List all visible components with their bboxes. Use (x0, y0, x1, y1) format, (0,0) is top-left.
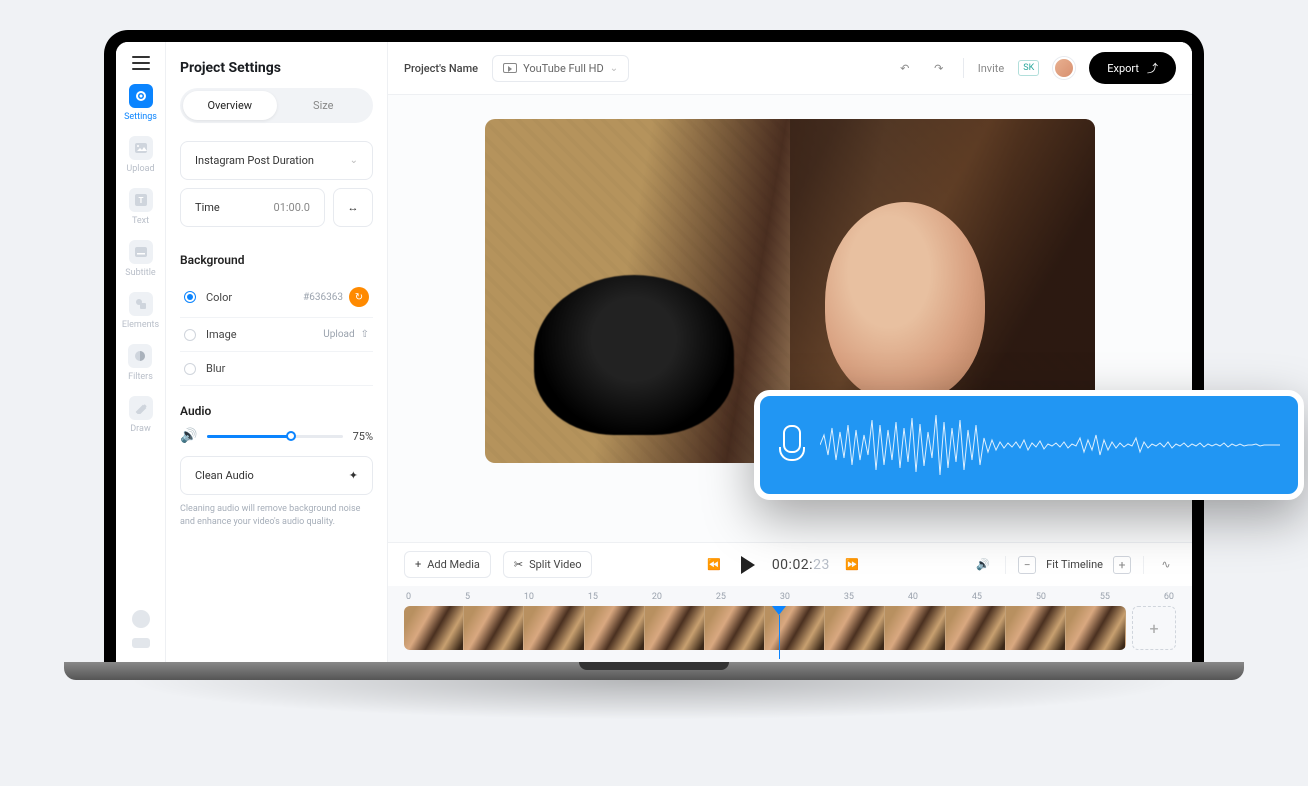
draw-icon (135, 402, 147, 414)
fit-timeline-button[interactable]: Fit Timeline (1046, 558, 1103, 571)
rail-label: Upload (126, 164, 154, 174)
rewind-button[interactable]: ⏪ (704, 555, 724, 575)
text-icon: T (135, 194, 147, 206)
timeline-options-button[interactable]: ∿ (1156, 555, 1176, 575)
export-button[interactable]: Export ⤴ (1089, 52, 1176, 84)
bg-image-radio[interactable]: Image Upload ⇧ (180, 318, 373, 352)
panel-title: Project Settings (180, 60, 373, 76)
clean-audio-label: Clean Audio (195, 469, 254, 482)
chevron-down-icon: ⌄ (610, 63, 618, 74)
bg-color-value: #636363 (303, 292, 343, 303)
rail-item-filters[interactable]: Filters (128, 344, 153, 382)
panel-tabs: Overview Size (180, 88, 373, 123)
rail-item-elements[interactable]: Elements (122, 292, 159, 330)
swap-icon: ↔ (348, 201, 359, 214)
topbar: Project's Name YouTube Full HD ⌄ ↶ ↷ Inv… (388, 42, 1192, 95)
bg-image-label: Image (206, 328, 237, 341)
plus-icon: + (415, 558, 421, 571)
rail-label: Subtitle (125, 268, 155, 278)
add-clip-button[interactable]: + (1132, 606, 1176, 650)
tab-size[interactable]: Size (277, 91, 371, 120)
rail-item-settings[interactable]: Settings (124, 84, 157, 122)
preset-label: YouTube Full HD (523, 62, 604, 75)
zoom-in-button[interactable]: + (1113, 556, 1131, 574)
misc-icon[interactable] (132, 638, 150, 648)
rail-label: Settings (124, 112, 157, 122)
clip-track[interactable] (404, 606, 1126, 650)
clean-audio-hint: Cleaning audio will remove background no… (180, 503, 373, 528)
volume-value: 75% (353, 430, 373, 443)
rail-item-subtitle[interactable]: Subtitle (125, 240, 155, 278)
help-icon[interactable] (132, 610, 150, 628)
bg-image-action: Upload (323, 329, 354, 340)
project-name[interactable]: Project's Name (404, 62, 478, 75)
rail-footer (132, 610, 150, 662)
invite-button[interactable]: Invite (978, 62, 1005, 75)
timeline-ruler: 0 5 10 15 20 25 30 35 40 45 50 55 60 (404, 592, 1176, 606)
bg-blur-label: Blur (206, 362, 225, 375)
filters-icon (134, 350, 146, 362)
export-label: Export (1107, 62, 1139, 75)
volume-slider[interactable] (207, 435, 342, 438)
color-swatch-button[interactable]: ↻ (349, 287, 369, 307)
split-video-label: Split Video (529, 558, 581, 571)
background-header: Background (180, 253, 373, 267)
rail-label: Text (132, 216, 149, 226)
mute-button[interactable]: 🔊 (973, 555, 993, 575)
sidebar-rail: Settings Upload T Text Subtitle Elements (116, 42, 166, 662)
microphone-icon (778, 425, 806, 465)
rail-label: Filters (128, 372, 153, 382)
playhead[interactable] (779, 606, 786, 662)
aspect-swap-button[interactable]: ↔ (333, 188, 373, 227)
timecode: 00:02:23 (772, 557, 830, 573)
time-value: 01:00.0 (274, 201, 310, 214)
rail-item-text[interactable]: T Text (129, 188, 153, 226)
undo-button[interactable]: ↶ (895, 58, 915, 78)
subtitle-icon (135, 247, 147, 257)
time-label: Time (195, 201, 220, 214)
collaborator-badge[interactable]: SK (1018, 60, 1039, 76)
split-video-button[interactable]: ✂ Split Video (503, 551, 593, 578)
bg-blur-radio[interactable]: Blur (180, 352, 373, 386)
volume-icon[interactable]: 🔊 (180, 428, 197, 444)
chevron-down-icon: ⌄ (350, 155, 358, 166)
clean-audio-button[interactable]: Clean Audio ✦ (180, 456, 373, 495)
scissors-icon: ✂ (514, 558, 523, 571)
play-button[interactable] (736, 553, 760, 577)
elements-icon (135, 298, 147, 310)
rail-item-draw[interactable]: Draw (129, 396, 153, 434)
player-controls: + Add Media ✂ Split Video ⏪ 00:02:23 ⏩ 🔊 (388, 542, 1192, 586)
rail-label: Elements (122, 320, 159, 330)
duration-preset-label: Instagram Post Duration (195, 154, 314, 167)
resolution-preset-select[interactable]: YouTube Full HD ⌄ (492, 55, 629, 82)
timeline: 0 5 10 15 20 25 30 35 40 45 50 55 60 (388, 586, 1192, 662)
zoom-out-button[interactable]: − (1018, 556, 1036, 574)
bg-color-radio[interactable]: Color #636363 ↻ (180, 277, 373, 318)
redo-button[interactable]: ↷ (929, 58, 949, 78)
waveform (820, 410, 1280, 480)
svg-text:T: T (138, 196, 143, 205)
bg-color-label: Color (206, 291, 232, 304)
audio-wave-overlay (754, 390, 1304, 500)
add-media-label: Add Media (427, 558, 480, 571)
add-media-button[interactable]: + Add Media (404, 551, 491, 578)
rail-label: Draw (130, 424, 150, 434)
export-icon: ⤴ (1147, 60, 1158, 76)
rail-item-upload[interactable]: Upload (126, 136, 154, 174)
settings-icon (135, 90, 147, 102)
audio-header: Audio (180, 404, 373, 418)
sparkle-icon: ✦ (349, 469, 358, 482)
avatar[interactable] (1053, 57, 1075, 79)
time-field[interactable]: Time 01:00.0 (180, 188, 325, 227)
duration-preset-select[interactable]: Instagram Post Duration ⌄ (180, 141, 373, 180)
menu-icon[interactable] (132, 56, 150, 70)
upload-icon (135, 143, 147, 153)
forward-button[interactable]: ⏩ (842, 555, 862, 575)
settings-panel: Project Settings Overview Size Instagram… (166, 42, 388, 662)
youtube-icon (503, 63, 517, 73)
tab-overview[interactable]: Overview (183, 91, 277, 120)
upload-icon: ⇧ (361, 329, 369, 340)
